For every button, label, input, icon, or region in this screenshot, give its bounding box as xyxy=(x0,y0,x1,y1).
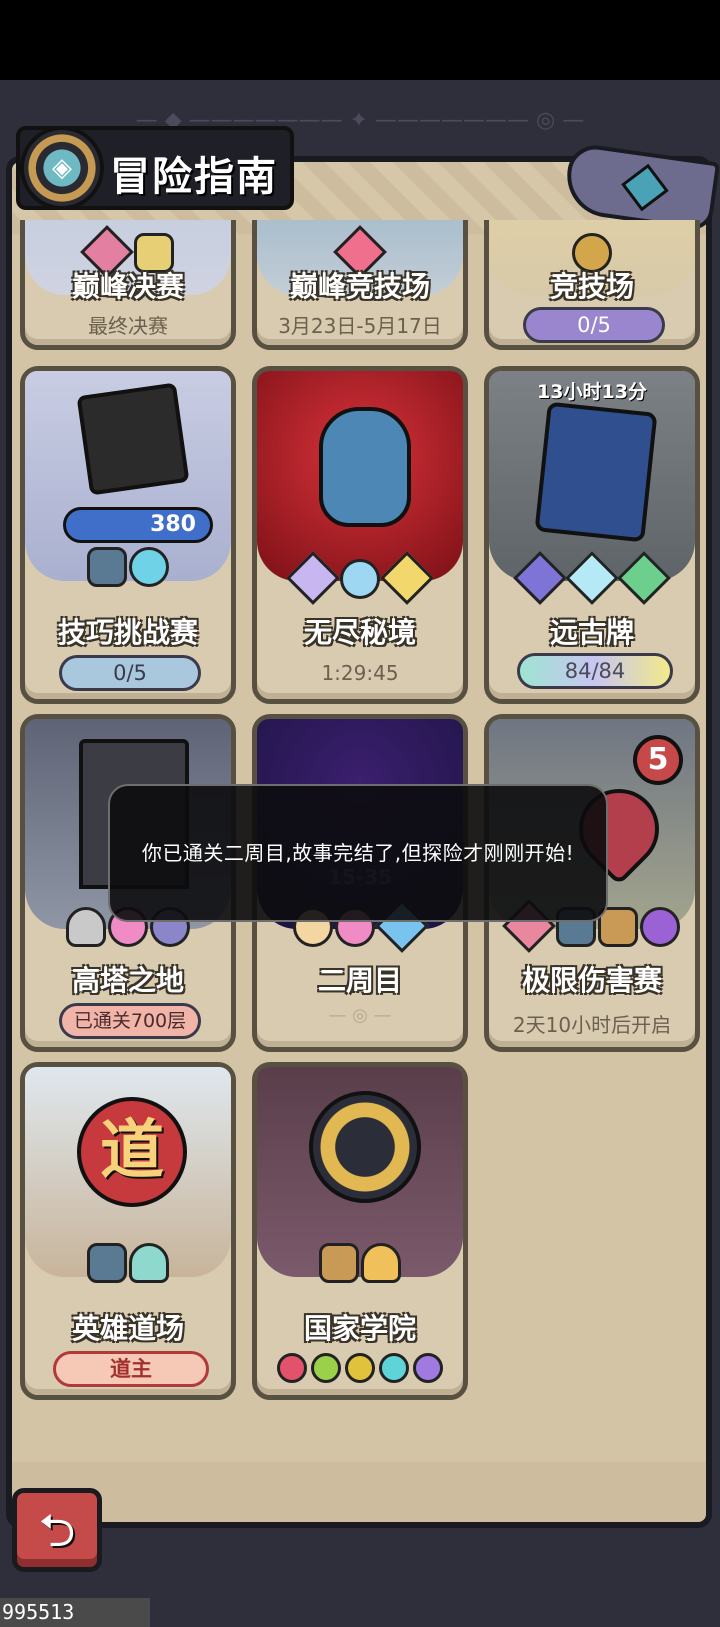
endless-realm-timer: 1:29:45 xyxy=(321,661,399,685)
card-label: 巅峰竞技场 xyxy=(289,270,430,303)
ancient-cards-rewards xyxy=(489,551,695,605)
violet-orb-icon xyxy=(640,907,680,947)
card-peak-arena[interactable]: 巅峰竞技场 3月23日-5月17日 xyxy=(252,220,468,350)
card-label: 远古牌 xyxy=(549,616,634,649)
emerald-icon xyxy=(617,551,671,605)
topaz-icon xyxy=(380,551,434,605)
ancient-cards-timer: 13小时13分 xyxy=(537,381,647,403)
chess-pieces-icon xyxy=(76,382,190,496)
academy-crest-icon xyxy=(309,1091,421,1203)
card-back-icon xyxy=(534,401,658,543)
divider-ornament: — ◎ — xyxy=(328,1005,392,1026)
back-arrow-icon: ⮌ xyxy=(38,1503,76,1557)
key-icon xyxy=(129,1243,169,1283)
toast-message: 你已通关二周目,故事完结了,但探险才刚刚开始! xyxy=(108,784,608,922)
card-ancient-cards[interactable]: 13小时13分 远古牌 84/84 xyxy=(484,366,700,704)
academy-progress-dots xyxy=(257,1353,463,1383)
card-subtitle: 3月23日-5月17日 xyxy=(278,314,442,338)
card-national-academy[interactable]: 国家学院 xyxy=(252,1062,468,1400)
card-label: 英雄道场 xyxy=(71,1312,184,1345)
ancient-cards-progress: 84/84 xyxy=(517,653,673,689)
card-label: 技巧挑战赛 xyxy=(57,616,198,649)
prism-icon xyxy=(565,551,619,605)
key-icon xyxy=(361,1243,401,1283)
helmet-book-gold-icon xyxy=(319,1243,359,1283)
skill-score-badge: 380 xyxy=(63,507,213,543)
arena-progress: 0/5 xyxy=(523,307,665,343)
debug-overlay: 995513 2f5e65 xyxy=(0,1598,150,1627)
dojo-emblem: 道 xyxy=(77,1097,187,1207)
helmet-book-icon xyxy=(87,547,127,587)
skill-challenge-progress: 0/5 xyxy=(59,655,201,691)
progress-dot-yellow xyxy=(345,1353,375,1383)
progress-dot-cyan xyxy=(379,1353,409,1383)
fish-monster-icon xyxy=(319,407,411,527)
panel-footer-band xyxy=(12,1462,706,1522)
card-skill-challenge[interactable]: 380 技巧挑战赛 0/5 xyxy=(20,366,236,704)
card-label: 无尽秘境 xyxy=(303,616,416,649)
tower-land-status: 已通关700层 xyxy=(59,1003,201,1039)
skill-challenge-rewards xyxy=(25,547,231,587)
hero-dojo-title: 道主 xyxy=(53,1351,209,1387)
slime-icon xyxy=(340,559,380,599)
status-bar xyxy=(0,0,720,80)
count-badge: 5 xyxy=(633,735,683,785)
progress-dot-purple xyxy=(413,1353,443,1383)
card-peak-finals[interactable]: 巅峰决赛 最终决赛 xyxy=(20,220,236,350)
card-label: 极限伤害赛 xyxy=(521,964,662,997)
card-arena[interactable]: 竞技场 0/5 xyxy=(484,220,700,350)
card-label: 国家学院 xyxy=(303,1312,416,1345)
chalice-icon xyxy=(66,907,106,947)
card-endless-realm[interactable]: 无尽秘境 1:29:45 xyxy=(252,366,468,704)
toast-text: 你已通关二周目,故事完结了,但探险才刚刚开始! xyxy=(141,841,575,865)
card-subtitle: 最终决赛 xyxy=(88,314,168,338)
back-button[interactable]: ⮌ xyxy=(12,1488,102,1572)
card-label: 巅峰决赛 xyxy=(71,270,184,303)
progress-dot-red xyxy=(277,1353,307,1383)
helmet-book-icon xyxy=(87,1243,127,1283)
crystal-icon xyxy=(286,551,340,605)
card-label: 二周目 xyxy=(317,964,402,997)
endless-realm-art xyxy=(257,371,463,581)
card-label: 高塔之地 xyxy=(71,964,184,997)
progress-dot-green xyxy=(311,1353,341,1383)
national-academy-rewards xyxy=(257,1243,463,1283)
amethyst-icon xyxy=(513,551,567,605)
card-label: 竞技场 xyxy=(549,270,634,303)
extreme-damage-countdown: 2天10小时后开启 xyxy=(512,1013,672,1037)
potion-icon xyxy=(129,547,169,587)
hero-dojo-rewards xyxy=(25,1243,231,1283)
page-title: 冒险指南 xyxy=(110,154,278,200)
compass-icon: ◈ xyxy=(20,126,104,210)
card-hero-dojo[interactable]: 道 英雄道场 道主 xyxy=(20,1062,236,1400)
endless-realm-rewards xyxy=(257,551,463,605)
